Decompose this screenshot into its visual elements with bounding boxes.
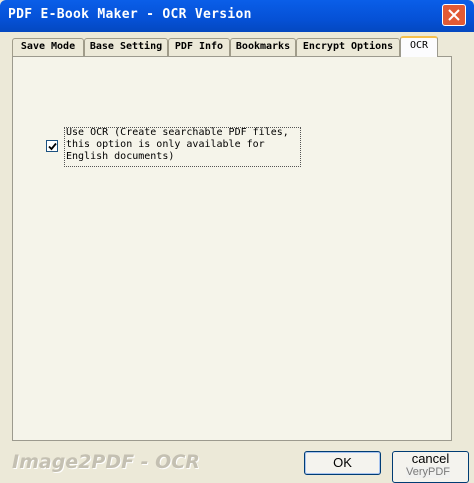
dialog-window: PDF E-Book Maker - OCR Version Save Mode… — [0, 0, 474, 483]
tab-bookmarks[interactable]: Bookmarks — [230, 38, 296, 56]
ok-button[interactable]: OK — [304, 451, 381, 475]
brand-logo-text: Image2PDF - OCR — [12, 451, 200, 473]
watermark: VeryPDF — [406, 466, 451, 478]
checkmark-icon — [48, 142, 57, 151]
use-ocr-label[interactable]: Use OCR (Create searchable PDF files, th… — [66, 127, 302, 163]
tab-base-setting[interactable]: Base Setting — [84, 38, 168, 56]
close-button[interactable] — [442, 4, 466, 26]
ocr-tab-panel: Use OCR (Create searchable PDF files, th… — [12, 56, 452, 441]
use-ocr-checkbox[interactable] — [46, 140, 58, 152]
window-title: PDF E-Book Maker - OCR Version — [8, 7, 252, 22]
tab-ocr[interactable]: OCR — [400, 36, 438, 57]
tab-save-mode[interactable]: Save Mode — [12, 38, 84, 56]
tab-pdf-info[interactable]: PDF Info — [168, 38, 230, 56]
title-bar[interactable]: PDF E-Book Maker - OCR Version — [0, 0, 474, 32]
close-icon — [448, 9, 460, 21]
tab-encrypt-options[interactable]: Encrypt Options — [296, 38, 400, 56]
